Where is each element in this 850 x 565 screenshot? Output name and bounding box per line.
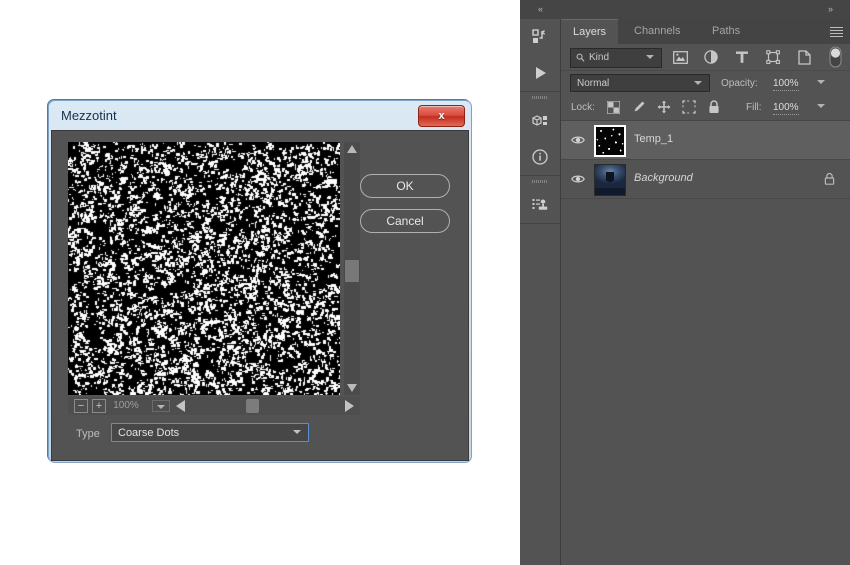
table-row[interactable]: Temp_1: [561, 121, 850, 160]
smart-object-filter-icon[interactable]: [795, 48, 813, 66]
fill-label: Fill:: [746, 102, 762, 113]
blend-mode-row: Normal Opacity: 100%: [561, 71, 850, 95]
dialog-title-bar[interactable]: Mezzotint x: [49, 101, 471, 131]
layers-panel: Layers Channels Paths Kind: [561, 19, 850, 565]
adjustment-layer-filter-icon[interactable]: [702, 48, 720, 66]
lock-transparent-pixels-icon[interactable]: [605, 99, 621, 115]
layer-list: Temp_1 Background: [561, 120, 850, 565]
noise-thumbnail-image: [596, 127, 624, 155]
filter-kind-select[interactable]: Kind: [570, 48, 662, 68]
chevron-down-icon[interactable]: [694, 81, 703, 87]
dock-group-library: [520, 92, 560, 176]
dock-group-history: [520, 19, 560, 92]
mezzotint-dialog: Mezzotint x − + 100%: [47, 99, 471, 462]
mezzotint-preview[interactable]: [68, 142, 340, 395]
preview-zoom-bar: − + 100%: [68, 397, 360, 415]
zoom-chevron-down-icon[interactable]: [152, 400, 170, 412]
panel-collapse-bar: « »: [520, 0, 850, 19]
opacity-value[interactable]: 100%: [773, 78, 799, 91]
dock-group-clone: [520, 176, 560, 224]
info-icon[interactable]: [520, 139, 560, 175]
vertical-scroll-thumb[interactable]: [345, 260, 359, 282]
scroll-down-icon[interactable]: [347, 384, 357, 392]
cancel-button[interactable]: Cancel: [360, 209, 450, 233]
opacity-label: Opacity:: [721, 78, 758, 89]
clone-source-icon[interactable]: [520, 187, 560, 223]
horizontal-scroll-thumb[interactable]: [246, 399, 259, 413]
filter-kind-label: Kind: [589, 49, 609, 67]
zoom-out-button[interactable]: −: [74, 399, 88, 413]
history-actions-icon[interactable]: [520, 19, 560, 55]
type-label: Type: [76, 428, 100, 440]
layer-locked-icon: [824, 172, 835, 185]
background-thumbnail-image: [595, 165, 625, 195]
fill-chevron-down-icon[interactable]: [817, 104, 826, 110]
photoshop-panel-area: « »: [520, 0, 850, 565]
layer-name[interactable]: Temp_1: [634, 133, 673, 145]
lock-position-icon[interactable]: [656, 99, 672, 115]
preview-vertical-scrollbar[interactable]: [344, 142, 360, 395]
lock-image-pixels-icon[interactable]: [631, 99, 647, 115]
type-select[interactable]: Coarse Dots: [111, 423, 309, 442]
scroll-up-icon[interactable]: [347, 145, 357, 153]
dialog-frame: Mezzotint x − + 100%: [48, 100, 472, 463]
opacity-chevron-down-icon[interactable]: [817, 80, 826, 86]
play-action-icon[interactable]: [520, 55, 560, 91]
layer-name[interactable]: Background: [634, 172, 693, 184]
tab-channels[interactable]: Channels: [622, 19, 692, 44]
mezzotint-preview-image: [68, 142, 340, 395]
scroll-right-icon[interactable]: [345, 400, 354, 412]
3d-library-icon[interactable]: [520, 103, 560, 139]
dock-drag-handle[interactable]: [520, 92, 560, 103]
ok-button[interactable]: OK: [360, 174, 450, 198]
panel-tab-bar: Layers Channels Paths: [561, 19, 850, 44]
tab-layers[interactable]: Layers: [561, 19, 618, 45]
collapse-panels-icon[interactable]: «: [538, 4, 542, 14]
layer-visibility-icon[interactable]: [571, 134, 585, 146]
type-selected-value: Coarse Dots: [118, 427, 179, 439]
layer-filter-row: Kind: [561, 44, 850, 71]
page-title: Mezzotint: [61, 108, 117, 123]
pixel-layer-filter-icon[interactable]: [671, 48, 689, 66]
blend-mode-value: Normal: [577, 78, 609, 89]
filter-toggle-switch[interactable]: [829, 46, 842, 68]
layer-thumbnail[interactable]: [594, 164, 626, 196]
layer-visibility-icon[interactable]: [571, 173, 585, 185]
search-icon: [576, 53, 585, 62]
chevron-down-icon[interactable]: [646, 55, 655, 61]
type-layer-filter-icon[interactable]: [733, 48, 751, 66]
expand-panels-icon[interactable]: »: [828, 4, 832, 14]
tab-paths[interactable]: Paths: [700, 19, 752, 44]
dock-drag-handle-2[interactable]: [520, 176, 560, 187]
scroll-left-icon[interactable]: [176, 400, 185, 412]
blend-mode-select[interactable]: Normal: [570, 74, 710, 92]
fill-value[interactable]: 100%: [773, 102, 799, 115]
lock-artboard-nesting-icon[interactable]: [681, 99, 697, 115]
lock-row: Lock:: [561, 95, 850, 119]
table-row[interactable]: Background: [561, 160, 850, 199]
lock-all-icon[interactable]: [706, 99, 722, 115]
dialog-body: − + 100% Type Coarse Dots OK Cancel: [51, 130, 469, 461]
chevron-down-icon[interactable]: [293, 430, 302, 436]
panel-menu-icon[interactable]: [830, 27, 843, 36]
icon-dock: [520, 19, 561, 565]
close-icon[interactable]: x: [418, 105, 465, 127]
lock-label: Lock:: [571, 102, 595, 113]
layer-thumbnail[interactable]: [594, 125, 626, 157]
zoom-level-value: 100%: [104, 400, 148, 411]
shape-layer-filter-icon[interactable]: [764, 48, 782, 66]
